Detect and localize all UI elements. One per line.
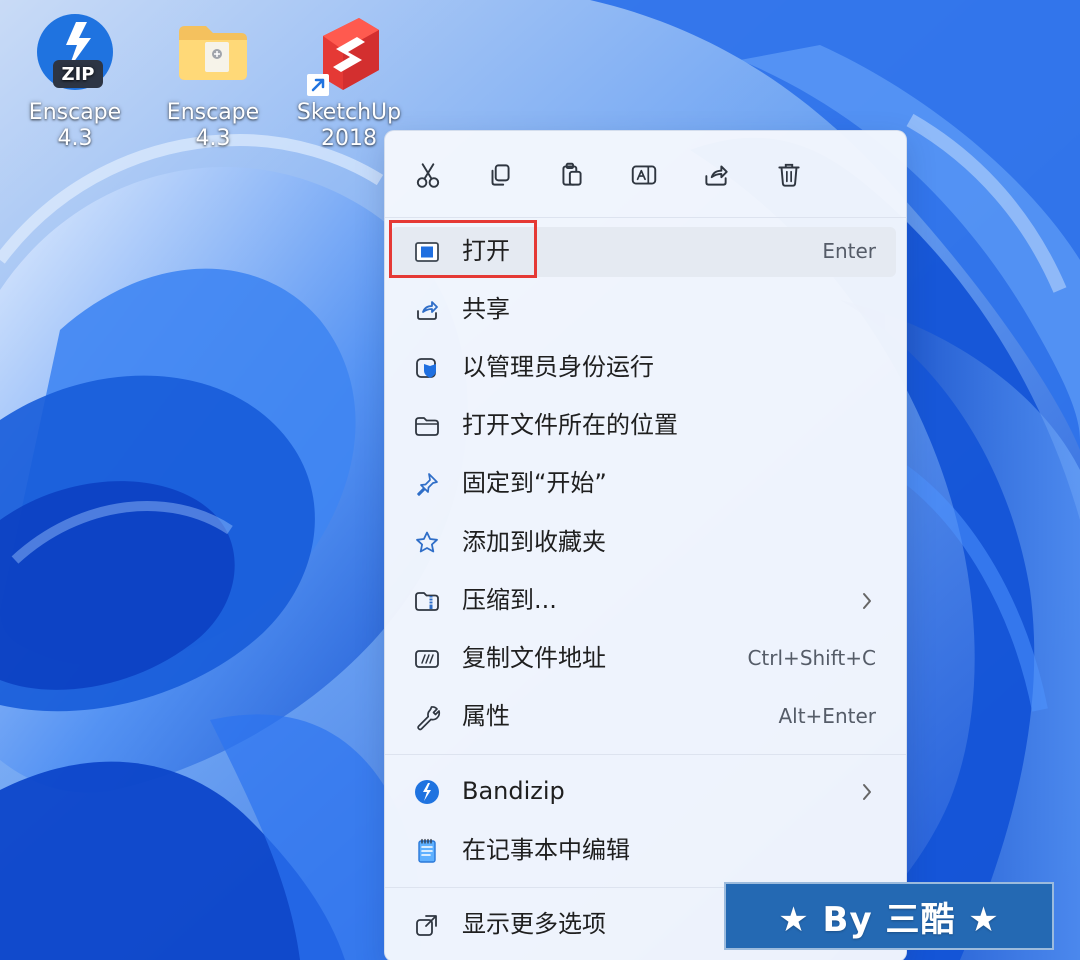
context-menu: 打开 Enter 共享 以管理员身份运行 打开文件所在的位置 固定到“开始” 添…	[384, 130, 907, 960]
menu-item-label: 属性	[462, 702, 510, 730]
delete-button[interactable]	[765, 155, 813, 195]
more-options-icon	[411, 909, 443, 941]
menu-item-properties[interactable]: 属性 Alt+Enter	[385, 689, 906, 745]
menu-divider	[385, 217, 906, 218]
menu-item-run-as-admin[interactable]: 以管理员身份运行	[385, 340, 906, 396]
sketchup-icon	[307, 12, 391, 96]
trash-icon	[778, 163, 800, 187]
bandizip-icon	[411, 776, 443, 808]
pin-icon	[411, 468, 443, 500]
desktop-item-label: Enscape 4.3	[28, 100, 122, 151]
rename-icon	[631, 165, 657, 185]
scissors-icon	[416, 163, 440, 188]
menu-item-label: 压缩到...	[462, 586, 557, 614]
copy-icon	[491, 164, 510, 186]
desktop-item-enscape-zip[interactable]: ZIP Enscape 4.3	[10, 12, 140, 152]
menu-item-pin-to-start[interactable]: 固定到“开始”	[385, 456, 906, 512]
cut-button[interactable]	[404, 155, 452, 195]
shortcut-arrow-icon	[307, 74, 329, 96]
share-icon	[411, 294, 443, 326]
menu-item-open[interactable]: 打开 Enter	[385, 224, 906, 280]
menu-item-open-file-location[interactable]: 打开文件所在的位置	[385, 398, 906, 454]
context-menu-toolbar	[385, 131, 906, 217]
menu-item-label: 固定到“开始”	[462, 469, 607, 497]
menu-item-label: 复制文件地址	[462, 644, 606, 672]
menu-item-copy-file-path[interactable]: 复制文件地址 Ctrl+Shift+C	[385, 631, 906, 687]
wrench-icon	[411, 701, 443, 733]
menu-item-shortcut: Enter	[822, 239, 876, 263]
menu-item-shortcut: Ctrl+Shift+C	[747, 646, 876, 670]
paste-button[interactable]	[548, 155, 596, 195]
menu-item-add-to-favorites[interactable]: 添加到收藏夹	[385, 515, 906, 571]
share-icon	[705, 165, 728, 186]
menu-item-label: 以管理员身份运行	[462, 353, 654, 381]
menu-item-label: 显示更多选项	[462, 910, 606, 938]
open-app-icon	[411, 236, 443, 268]
folder-outline-icon	[411, 410, 443, 442]
admin-shield-icon	[411, 352, 443, 384]
desktop-item-enscape-folder[interactable]: Enscape 4.3	[148, 12, 278, 152]
menu-item-label: 添加到收藏夹	[462, 528, 606, 556]
copy-path-icon	[411, 643, 443, 675]
menu-item-shortcut: Alt+Enter	[778, 704, 876, 728]
star-icon	[411, 527, 443, 559]
menu-item-share[interactable]: 共享	[385, 282, 906, 338]
menu-item-label: 打开	[462, 237, 510, 265]
notepad-icon	[411, 835, 443, 867]
menu-item-label: 共享	[462, 295, 510, 323]
watermark-badge: ★ By 三酷 ★	[724, 882, 1054, 950]
chevron-right-icon	[858, 588, 876, 614]
zip-archive-icon: ZIP	[33, 12, 117, 96]
copy-button[interactable]	[476, 155, 524, 195]
menu-item-compress-to[interactable]: 压缩到...	[385, 573, 906, 629]
paste-icon	[562, 162, 582, 186]
menu-divider	[385, 754, 906, 755]
menu-item-label: 打开文件所在的位置	[462, 411, 678, 439]
menu-item-edit-in-notepad[interactable]: 在记事本中编辑	[385, 823, 906, 879]
svg-text:ZIP: ZIP	[62, 64, 95, 85]
menu-item-label: 在记事本中编辑	[462, 836, 630, 864]
zip-folder-icon	[411, 585, 443, 617]
desktop-item-label: Enscape 4.3	[166, 100, 260, 151]
menu-item-label: Bandizip	[462, 777, 565, 805]
menu-item-bandizip[interactable]: Bandizip	[385, 764, 906, 820]
share-button[interactable]	[692, 155, 740, 195]
rename-button[interactable]	[620, 155, 668, 195]
chevron-right-icon	[858, 779, 876, 805]
folder-icon	[171, 12, 255, 96]
